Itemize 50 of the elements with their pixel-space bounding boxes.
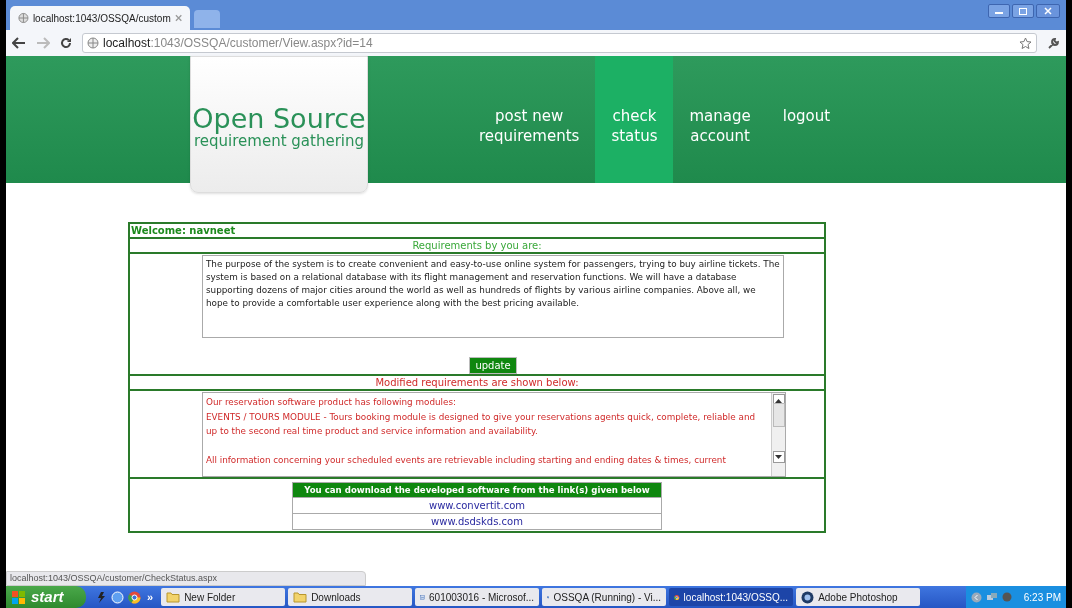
close-icon	[1044, 7, 1052, 15]
download-heading: You can download the developed software from the link(s) given below	[304, 483, 650, 497]
status-url: localhost:1043/OSSQA/customer/CheckStatus.aspx	[6, 571, 366, 586]
download-link[interactable]: www.convertit.com	[428, 498, 526, 513]
logo-subtitle: requirement gathering	[194, 133, 364, 149]
browser-tab[interactable]: localhost:1043/OSSQA/custom	[10, 6, 190, 30]
close-icon[interactable]	[174, 14, 182, 22]
minimize-button[interactable]	[988, 4, 1010, 18]
scrollbar[interactable]	[771, 393, 785, 476]
start-button[interactable]: start	[6, 586, 86, 608]
url-text: localhost:1043/OSSQA/customer/View.aspx?id=14	[103, 35, 373, 52]
back-icon[interactable]	[12, 37, 26, 49]
star-icon[interactable]	[1019, 36, 1032, 50]
section-heading: Modified requirements are shown below:	[375, 376, 579, 390]
nav-link[interactable]: manage account	[673, 56, 767, 183]
close-button[interactable]	[1036, 4, 1060, 18]
taskbar-button[interactable]: 601003016 - Microsof...	[415, 588, 540, 606]
maximize-button[interactable]	[1012, 4, 1034, 18]
up-arrow-icon	[775, 397, 782, 403]
wrench-icon[interactable]	[1047, 36, 1060, 50]
clock: 6:23 PM	[1023, 590, 1061, 605]
globe-icon	[18, 12, 29, 24]
windows-logo-icon	[12, 590, 26, 604]
globe-icon[interactable]	[111, 590, 124, 604]
globe-icon[interactable]	[128, 590, 141, 604]
modified-requirements-text: Our reservation software product has following modules: EVENTS / TOURS MODULE - Tours booking module is designed to give your reservations agents quick, complete, reliable and up to the second real time product and service information and availability. All information concerning your scheduled events are retrievable including starting and ending dates & times, current	[205, 396, 757, 467]
folder-icon	[166, 591, 181, 603]
more-button[interactable]: »	[147, 588, 154, 606]
section-heading: Requirements by you are:	[412, 239, 542, 253]
nav-link[interactable]: post new requirements	[463, 56, 596, 183]
reload-icon[interactable]	[60, 37, 72, 49]
requirements-field[interactable]: The purpose of the system is to create convenient and easy-to-use online system for passengers, trying to buy airline tickets. The system is based on a relational database with its flight management and reservation functions. We will have a database supporting dozens of major cities around the world as well as hundreds of flights by various airline companies. Above all, we hope to provide a comfortable user experience along with the best pricing available.	[202, 255, 784, 338]
address-field[interactable]: localhost:1043/OSSQA/customer/View.aspx?id=14	[82, 33, 1037, 53]
tab-title: localhost:1043/OSSQA/custom	[32, 11, 171, 26]
welcome-text: Welcome: navneet	[131, 224, 236, 238]
down-arrow-icon	[775, 454, 782, 460]
update-button[interactable]: update	[469, 357, 517, 374]
taskbar-button[interactable]: localhost:1043/OSSQ...	[669, 588, 794, 606]
modified-requirements-field[interactable]	[202, 392, 786, 477]
download-link[interactable]: www.dsdskds.com	[431, 514, 523, 529]
taskbar-button[interactable]: Downloads	[288, 588, 413, 606]
taskbar-button[interactable]: Adobe Photoshop	[796, 588, 921, 606]
app-icon	[801, 590, 815, 604]
globe-icon	[87, 37, 99, 49]
folder-icon	[293, 591, 308, 603]
nav-link[interactable]: logout	[766, 56, 847, 183]
taskbar-button[interactable]: OSSQA (Running) - Vi...	[542, 588, 667, 606]
taskbar-button[interactable]: New Folder	[161, 588, 286, 606]
logo-title: Open Source	[192, 105, 366, 133]
chevron-icon[interactable]	[971, 591, 982, 603]
